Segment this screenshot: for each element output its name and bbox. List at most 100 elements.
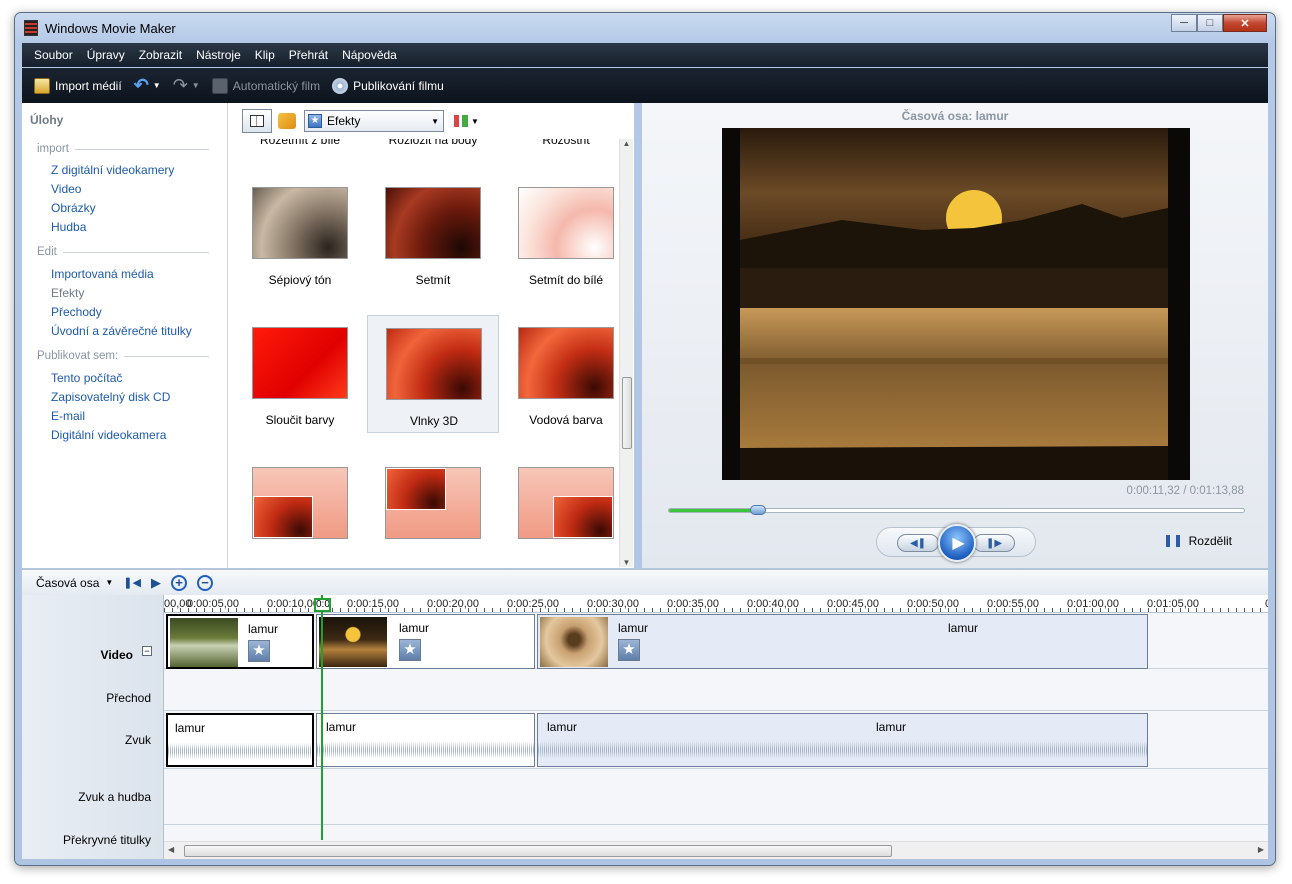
rewind-timeline-button[interactable]: ❚◀ [123, 576, 141, 589]
audio-waveform [168, 737, 312, 765]
menu-edit[interactable]: Úpravy [87, 48, 125, 62]
transition-track[interactable] [164, 669, 1268, 711]
title-overlay-track[interactable] [164, 825, 1268, 841]
task-link-dv-camera[interactable]: Digitální videokamera [51, 428, 166, 442]
scroll-down-icon[interactable]: ▼ [620, 558, 633, 567]
task-link-camera[interactable]: Z digitální videokamery [51, 163, 174, 177]
scroll-up-icon[interactable]: ▲ [620, 139, 633, 148]
audio-clip[interactable]: lamur [316, 713, 535, 767]
view-options-button[interactable]: ▼ [454, 115, 479, 127]
redo-button[interactable]: ↷ ▼ [173, 75, 200, 96]
effect-label: Vodová barva [529, 413, 603, 427]
seek-handle[interactable] [749, 505, 766, 515]
timeline: Video − Přechod Zvuk Zvuk a hudba Překry… [22, 595, 1268, 859]
chevron-down-icon: ▼ [431, 116, 439, 126]
menu-help[interactable]: Nápověda [342, 48, 397, 62]
clip-label: lamur [399, 621, 430, 635]
video-clip[interactable]: lamur lamur ★ [537, 614, 1148, 669]
clip-label: lamur [618, 621, 649, 635]
redo-dropdown-icon[interactable]: ▼ [192, 81, 200, 90]
clip-thumbnail [319, 617, 387, 667]
effect-tile[interactable] [367, 455, 499, 568]
audio-music-track[interactable] [164, 769, 1268, 825]
effect-tile[interactable]: Setmít do bílé [500, 175, 618, 293]
task-link-transitions[interactable]: Přechody [51, 305, 102, 319]
ruler-tick-label: 0:00:50,00 [907, 598, 959, 610]
collections-icon[interactable] [278, 113, 296, 129]
playhead-marker[interactable]: 0:00 [314, 598, 331, 612]
video-clip[interactable]: lamur ★ [166, 614, 314, 669]
ruler-tick-label: 0 [1265, 598, 1268, 610]
tasks-view-button[interactable] [242, 109, 272, 133]
effect-tile[interactable] [500, 455, 618, 568]
undo-dropdown-icon[interactable]: ▼ [153, 81, 161, 90]
minimize-button[interactable]: ─ [1171, 14, 1197, 32]
split-icon [1165, 535, 1180, 547]
effect-tile[interactable]: Sépiový tón [234, 175, 366, 293]
timeline-scroll-thumb[interactable] [184, 845, 892, 857]
zoom-in-button[interactable]: + [170, 574, 187, 591]
task-link-email[interactable]: E-mail [51, 409, 85, 423]
play-timeline-button[interactable]: ▶ [151, 575, 161, 591]
previous-frame-button[interactable]: ◀❚ [897, 534, 939, 552]
task-link-video[interactable]: Video [51, 182, 81, 196]
scroll-right-icon[interactable]: ▶ [1258, 845, 1264, 854]
autofilm-button[interactable]: Automatický film [211, 77, 320, 94]
zoom-out-button[interactable]: − [196, 574, 213, 591]
next-frame-button[interactable]: ❚▶ [973, 534, 1015, 552]
task-link-music[interactable]: Hudba [51, 220, 86, 234]
ruler-tick-label: 0:00:45,00 [827, 598, 879, 610]
close-button[interactable]: ✕ [1223, 14, 1267, 32]
effect-tile[interactable]: Rozostřit [500, 139, 618, 153]
publish-button[interactable]: Publikování filmu [332, 77, 444, 94]
scroll-left-icon[interactable]: ◀ [168, 845, 174, 854]
effect-tile[interactable]: Sloučit barvy [234, 315, 366, 433]
menu-clip[interactable]: Klip [255, 48, 275, 62]
video-clip[interactable]: lamur ★ [316, 614, 535, 669]
video-track[interactable]: lamur ★ lamur ★ lamur lamur ★ [164, 613, 1268, 669]
task-link-cd[interactable]: Zapisovatelný disk CD [51, 390, 170, 404]
effect-thumbnail [252, 467, 348, 539]
audio-waveform [538, 736, 1147, 764]
menu-view[interactable]: Zobrazit [139, 48, 182, 62]
preview-frame [722, 128, 1190, 480]
task-link-effects[interactable]: Efekty [51, 286, 84, 300]
task-link-pictures[interactable]: Obrázky [51, 201, 96, 215]
ruler-tick-label: 0:00:55,00 [987, 598, 1039, 610]
collapse-video-icon[interactable]: − [142, 646, 152, 656]
effects-scrollbar[interactable]: ▲ ▼ [619, 139, 633, 567]
ruler-tick-label: 0:00:25,00 [507, 598, 559, 610]
effect-tile[interactable] [234, 455, 366, 568]
menu-tools[interactable]: Nástroje [196, 48, 241, 62]
playhead[interactable] [321, 595, 323, 840]
seek-bar[interactable] [668, 505, 1245, 515]
maximize-button[interactable]: □ [1197, 14, 1223, 32]
audio-clip[interactable]: lamur lamur [537, 713, 1148, 767]
import-icon [34, 77, 50, 94]
split-button[interactable]: Rozdělit [1165, 534, 1232, 548]
effects-scroll-thumb[interactable] [622, 377, 632, 449]
menu-play[interactable]: Přehrát [289, 48, 328, 62]
menu-file[interactable]: Soubor [34, 48, 73, 62]
task-link-this-computer[interactable]: Tento počítač [51, 371, 122, 385]
audio-clip[interactable]: lamur [166, 713, 314, 767]
collection-dropdown[interactable]: ★ Efekty ▼ [304, 110, 444, 132]
thumbnail-view-icon [454, 115, 468, 127]
effect-tile[interactable]: Vodová barva [500, 315, 618, 433]
import-button[interactable]: Import médií [34, 77, 122, 94]
task-link-titles[interactable]: Úvodní a závěrečné titulky [51, 324, 192, 338]
task-link-imported-media[interactable]: Importovaná média [51, 267, 154, 281]
effect-tile[interactable]: Setmít [367, 175, 499, 293]
effects-star-icon: ★ [308, 114, 322, 128]
track-label-audio-music: Zvuk a hudba [78, 790, 151, 804]
tasks-title: Úlohy [30, 113, 64, 127]
effect-tile[interactable]: Rozetmít z bílé [234, 139, 366, 153]
timeline-scrollbar[interactable]: ◀ ▶ [164, 841, 1268, 859]
effect-tile[interactable]: Vlnky 3D [367, 315, 499, 433]
play-button[interactable]: ▶ [938, 524, 976, 562]
undo-button[interactable]: ↶ ▼ [134, 75, 161, 96]
effect-tile[interactable]: Rozložit na body [367, 139, 499, 153]
redo-icon: ↷ [172, 75, 188, 95]
timeline-mode-dropdown[interactable]: Časová osa ▼ [36, 576, 113, 590]
audio-track[interactable]: lamur lamur lamur lamur [164, 711, 1268, 769]
